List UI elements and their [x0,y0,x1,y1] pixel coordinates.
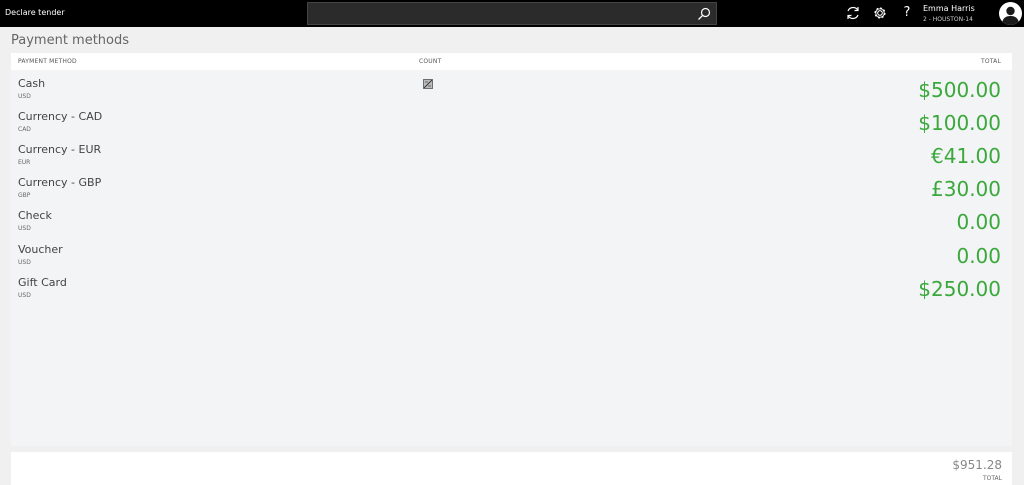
payment-method-total: 0.00 [956,244,1001,268]
payment-row-currency-gbp[interactable]: Currency - GBP GBP £30.00 [11,175,1012,208]
payment-row-currency-cad[interactable]: Currency - CAD CAD $100.00 [11,109,1012,142]
payment-method-name: Voucher [18,243,63,256]
payment-method-total: €41.00 [931,144,1001,168]
avatar[interactable] [999,2,1022,25]
payment-row-gift-card[interactable]: Gift Card USD $250.00 [11,275,1012,308]
payment-method-currency: CAD [18,126,31,133]
app-title: Declare tender [5,8,65,17]
top-bar: Declare tender ? Emma Harris 2 - HOUSTON… [0,0,1024,27]
payment-method-currency: USD [18,93,31,100]
payment-row-cash[interactable]: Cash USD $500.00 [11,76,1012,109]
column-header-total[interactable]: TOTAL [981,58,1001,65]
payment-method-currency: GBP [18,192,31,199]
payment-method-name: Currency - EUR [18,143,102,156]
summary-total-amount: $951.28 [952,458,1002,472]
payment-method-name: Cash [18,77,46,90]
payment-method-total: $250.00 [918,277,1001,301]
payment-row-currency-eur[interactable]: Currency - EUR EUR €41.00 [11,142,1012,175]
user-store: 2 - HOUSTON-14 [923,16,973,23]
search-input[interactable] [307,2,717,25]
payment-method-total: $100.00 [918,111,1001,135]
payment-method-total: $500.00 [918,78,1001,102]
column-header-count[interactable]: COUNT [419,58,441,65]
gear-icon[interactable] [872,5,888,21]
payment-methods-grid: PAYMENT METHOD COUNT TOTAL Cash USD $500… [11,53,1012,446]
payment-row-check[interactable]: Check USD 0.00 [11,208,1012,241]
user-avatar-icon [1002,6,1019,25]
payment-method-name: Currency - CAD [18,110,103,123]
count-calculator-icon[interactable] [423,79,433,89]
summary-total-label: TOTAL [982,475,1002,482]
payment-method-total: £30.00 [931,177,1001,201]
payment-method-total: 0.00 [956,210,1001,234]
summary-footer: $951.28 TOTAL [11,452,1012,485]
payment-method-currency: EUR [18,159,31,166]
column-header-payment-method[interactable]: PAYMENT METHOD [18,58,77,65]
payment-row-voucher[interactable]: Voucher USD 0.00 [11,242,1012,275]
search-icon[interactable] [696,6,712,22]
payment-method-name: Currency - GBP [18,176,102,189]
payment-method-currency: USD [18,292,31,299]
payment-method-currency: USD [18,259,31,266]
user-name: Emma Harris [923,4,975,13]
help-icon[interactable]: ? [899,5,915,21]
refresh-icon[interactable] [845,5,861,21]
payment-method-name: Check [18,209,52,222]
grid-header: PAYMENT METHOD COUNT TOTAL [11,53,1012,70]
payment-method-name: Gift Card [18,276,67,289]
payment-method-currency: USD [18,225,31,232]
page-title: Payment methods [11,33,130,48]
